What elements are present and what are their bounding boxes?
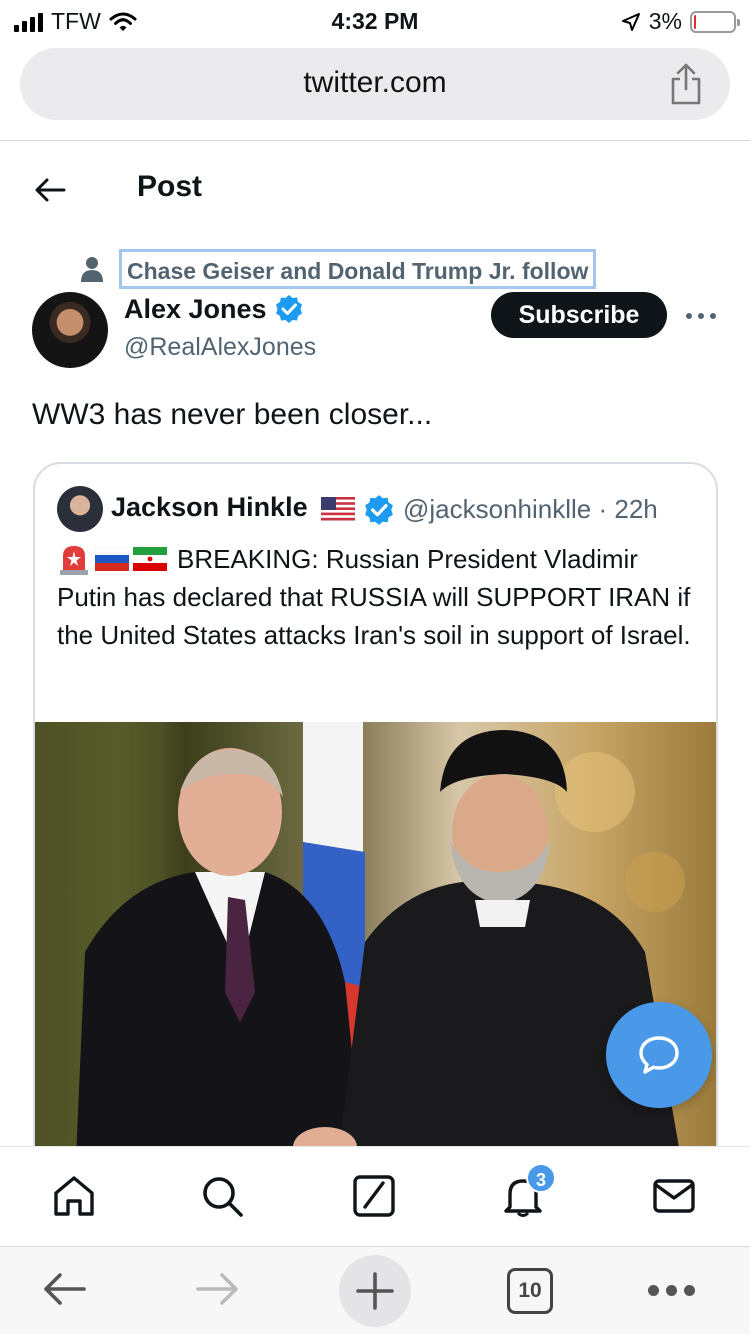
quote-verified-badge-icon — [365, 495, 393, 525]
author-handle[interactable]: @RealAlexJones — [124, 333, 316, 362]
us-flag-icon — [321, 497, 355, 521]
forward-icon[interactable] — [194, 1265, 242, 1313]
notification-badge: 3 — [526, 1163, 556, 1193]
back-icon[interactable] — [40, 1265, 88, 1313]
author-name[interactable]: Alex Jones — [124, 294, 304, 325]
quote-author-name[interactable]: Jackson Hinkle — [111, 492, 308, 523]
back-arrow-icon[interactable] — [32, 172, 68, 208]
page-title: Post — [137, 170, 203, 203]
verified-badge-icon — [276, 295, 303, 323]
bottom-nav: 3 — [0, 1146, 750, 1246]
quote-text: BREAKING: Russian President Vladimir Put… — [57, 544, 691, 650]
quote-handle-time[interactable]: @jacksonhinklle · 22h — [403, 494, 658, 525]
quote-photo[interactable] — [35, 722, 716, 1180]
plus-icon — [356, 1272, 394, 1310]
more-icon[interactable] — [648, 1285, 696, 1297]
photo-illustration — [35, 722, 685, 1180]
social-context[interactable]: Chase Geiser and Donald Trump Jr. follow — [119, 249, 597, 289]
author-avatar[interactable] — [32, 292, 108, 368]
address-bar[interactable]: twitter.com — [20, 48, 730, 120]
subscribe-button[interactable]: Subscribe — [491, 292, 667, 338]
tabs-icon[interactable]: 10 — [507, 1268, 553, 1314]
chat-bubble-icon — [639, 1036, 679, 1074]
quote-author-avatar[interactable] — [57, 486, 103, 532]
battery-fill — [694, 14, 696, 29]
location-arrow-icon — [621, 12, 640, 31]
status-bar: TFW 4:32 PM 3% — [0, 0, 750, 44]
more-options-icon[interactable] — [686, 302, 718, 330]
home-icon[interactable] — [51, 1173, 97, 1219]
divider — [0, 140, 750, 141]
share-icon[interactable] — [668, 62, 704, 106]
search-icon[interactable] — [199, 1173, 245, 1219]
author-name-text[interactable]: Alex Jones — [124, 294, 267, 324]
browser-toolbar: 10 — [0, 1246, 750, 1334]
battery-percent: 3% — [648, 8, 682, 34]
status-right: 3% — [621, 8, 740, 35]
person-icon — [81, 257, 103, 282]
url-text[interactable]: twitter.com — [20, 66, 730, 100]
compose-icon[interactable] — [351, 1173, 397, 1219]
messages-icon[interactable] — [651, 1173, 697, 1219]
new-tab-icon[interactable] — [339, 1255, 411, 1327]
battery-icon — [690, 10, 740, 33]
reply-fab-button[interactable] — [606, 1002, 712, 1108]
post-text: WW3 has never been closer... — [32, 398, 433, 431]
